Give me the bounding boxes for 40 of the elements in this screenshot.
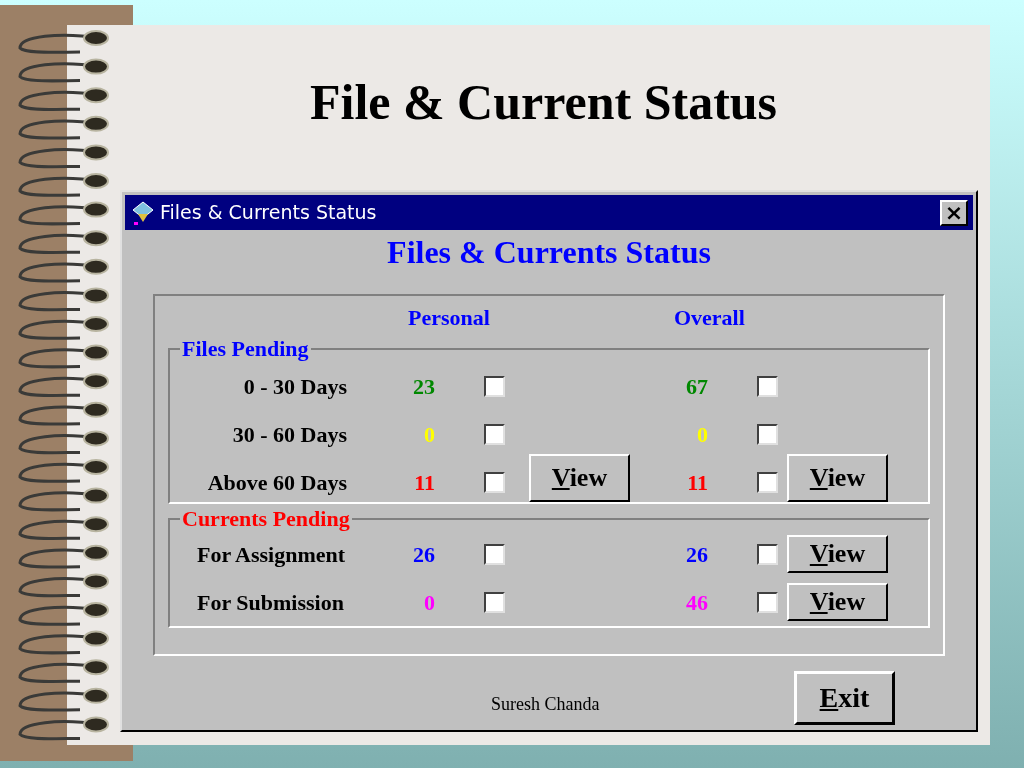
count-value: 46 xyxy=(686,588,708,617)
count-value: 26 xyxy=(413,540,435,569)
row-label: 0 - 30 Days xyxy=(242,372,347,401)
checkbox[interactable] xyxy=(757,591,778,613)
view-button[interactable]: View xyxy=(529,454,630,502)
count-value: 26 xyxy=(686,540,708,569)
view-button[interactable]: View xyxy=(787,535,888,573)
count-value: 67 xyxy=(686,372,708,401)
row-label: For Assignment xyxy=(196,540,347,569)
group-title: Files Pending xyxy=(181,338,310,360)
count-value: 23 xyxy=(413,372,435,401)
exit-button[interactable]: Exit xyxy=(794,671,895,725)
column-header: Overall xyxy=(673,303,745,332)
checkbox[interactable] xyxy=(484,543,505,565)
window-title: Files & Currents Status xyxy=(160,200,378,226)
slide-title: File & Current Status xyxy=(309,77,778,127)
row-label: 30 - 60 Days xyxy=(231,420,347,449)
row-label: For Submission xyxy=(196,588,345,617)
count-value: 0 xyxy=(697,420,708,449)
count-value: 0 xyxy=(424,588,435,617)
close-button[interactable]: × xyxy=(940,199,968,226)
checkbox[interactable] xyxy=(484,375,505,397)
app-icon xyxy=(130,199,156,226)
view-button[interactable]: View xyxy=(787,454,888,502)
count-value: 11 xyxy=(414,468,435,497)
row-label: Above 60 Days xyxy=(206,468,347,497)
checkbox[interactable] xyxy=(757,471,778,493)
checkbox[interactable] xyxy=(757,375,778,397)
column-header: Personal xyxy=(408,303,490,332)
checkbox[interactable] xyxy=(757,543,778,565)
checkbox[interactable] xyxy=(484,423,505,445)
author-name: Suresh Chanda xyxy=(491,692,601,716)
count-value: 0 xyxy=(424,420,435,449)
checkbox[interactable] xyxy=(757,423,778,445)
checkbox[interactable] xyxy=(484,471,505,493)
dialog-heading: Files & Currents Status xyxy=(386,236,712,268)
count-value: 11 xyxy=(687,468,708,497)
checkbox[interactable] xyxy=(484,591,505,613)
view-button[interactable]: View xyxy=(787,583,888,621)
group-title: Currents Pending xyxy=(181,508,351,530)
